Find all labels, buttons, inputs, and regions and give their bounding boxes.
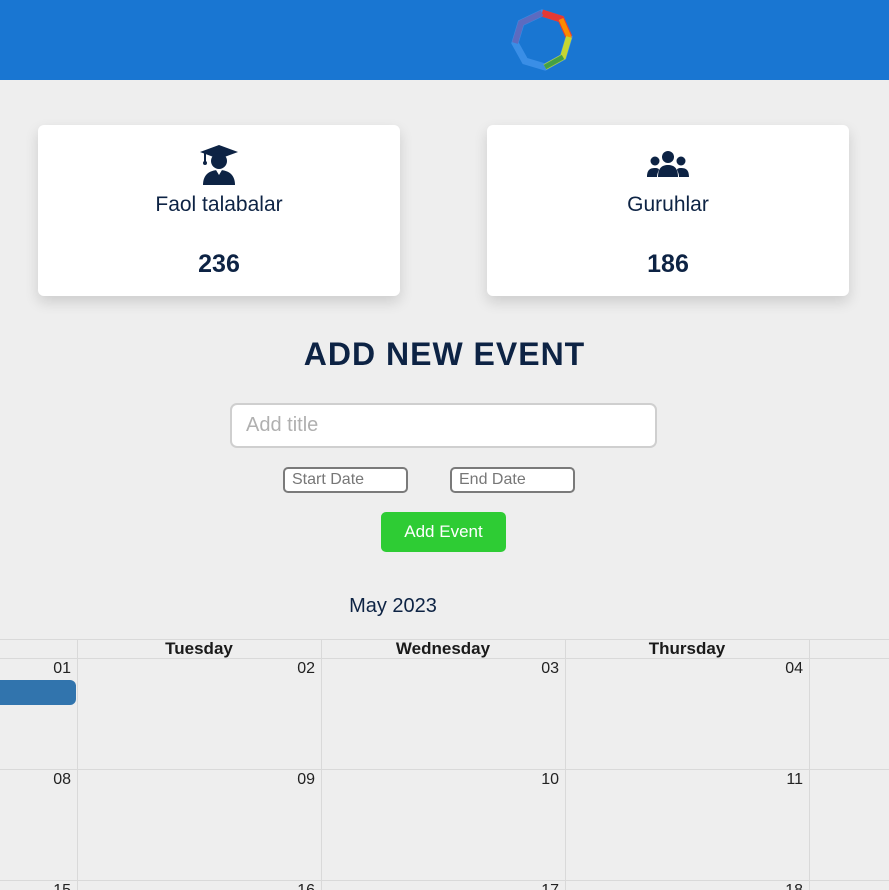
calendar-grid: Tuesday Wednesday Thursday 01 02 03 04 0… [0,639,889,890]
users-group-icon [647,151,689,177]
date-cell-label[interactable]: 15 [31,882,71,890]
date-cell-label[interactable]: 02 [275,660,315,678]
event-title-input[interactable] [230,403,657,448]
day-header-wednesday: Wednesday [395,639,491,658]
stat-label: Faol talabalar [155,193,283,216]
date-cell-label[interactable]: 11 [763,771,803,789]
stat-card-active-students: Faol talabalar 236 [38,125,400,296]
grid-line [0,769,889,770]
date-cell-label[interactable]: 16 [275,882,315,890]
top-header-bar [0,0,889,80]
grid-line [565,639,566,890]
date-cell-label[interactable]: 04 [763,660,803,678]
grid-line [809,639,810,890]
date-cell-label[interactable]: 08 [31,771,71,789]
date-cell-label[interactable]: 18 [763,882,803,890]
date-cell-label[interactable]: 10 [519,771,559,789]
start-date-input[interactable] [283,467,408,493]
day-header-thursday: Thursday [648,639,726,658]
date-cell-label[interactable]: 09 [275,771,315,789]
colorful-ring-logo-icon[interactable] [509,7,575,73]
calendar-month-label: May 2023 [349,595,437,617]
grid-line [0,880,889,881]
stat-value: 236 [198,250,240,278]
day-header-tuesday: Tuesday [165,639,233,658]
date-cell-label[interactable]: 01 [31,660,71,678]
stat-card-groups: Guruhlar 186 [487,125,849,296]
end-date-input[interactable] [450,467,575,493]
graduate-icon [200,145,238,185]
add-event-button[interactable]: Add Event [381,512,506,552]
calendar-event[interactable] [0,680,76,705]
date-cell-label[interactable]: 17 [519,882,559,890]
add-event-heading: ADD NEW EVENT [303,336,586,372]
date-cell-label[interactable]: 03 [519,660,559,678]
stat-label: Guruhlar [627,193,709,216]
grid-line [77,639,78,890]
stat-value: 186 [647,250,689,278]
grid-line [321,639,322,890]
